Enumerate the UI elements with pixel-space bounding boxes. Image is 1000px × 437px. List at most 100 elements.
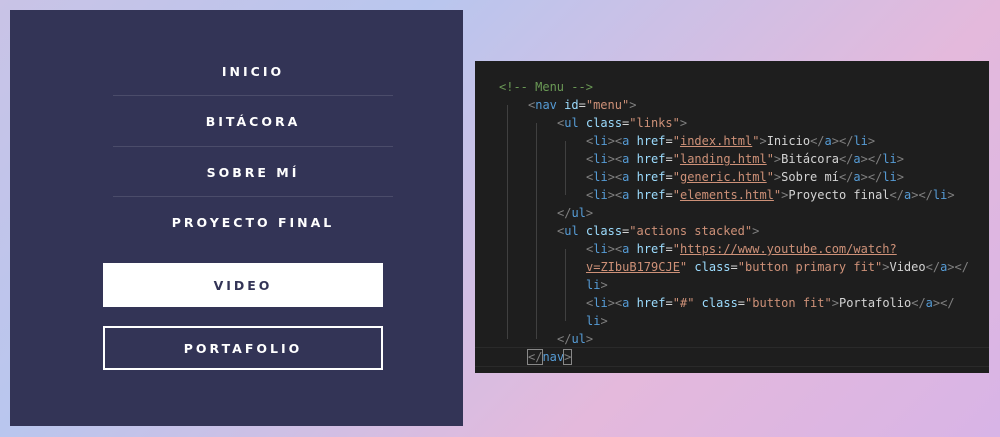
code-token: "button fit" [745, 296, 832, 310]
code-token: = [665, 242, 673, 256]
code-token: </ [889, 188, 904, 202]
video-button[interactable]: VIDEO [103, 263, 383, 307]
code-token: > [752, 224, 760, 238]
code-token: li [593, 152, 608, 166]
code-token: landing.html [679, 152, 767, 166]
code-line: <nav id="menu"> [528, 96, 636, 114]
code-token: > [831, 296, 839, 310]
code-token: class [694, 260, 731, 274]
code-token: </ [911, 296, 926, 310]
code-token: Video [889, 260, 926, 274]
code-token: > [563, 349, 573, 365]
code-token: " [672, 170, 680, 184]
code-token: class [701, 296, 738, 310]
menu-link-inicio[interactable]: INICIO [113, 46, 393, 96]
code-token: li [593, 296, 608, 310]
code-token: </ [557, 206, 572, 220]
code-token: li [593, 188, 608, 202]
code-token: = [665, 170, 673, 184]
code-token: "#" [672, 296, 695, 310]
code-token: = [665, 188, 673, 202]
code-token: ></ [831, 134, 854, 148]
code-token: </ [838, 170, 854, 184]
indent-guide [565, 249, 566, 321]
menu-link-proyecto-final[interactable]: PROYECTO FINAL [113, 197, 393, 247]
indent-guide [565, 141, 566, 195]
code-token: href [636, 242, 666, 256]
code-token: href [636, 134, 666, 148]
code-token: id [564, 98, 579, 112]
code-token: > [600, 314, 608, 328]
menu-link-bitacora[interactable]: BITÁCORA [113, 96, 393, 146]
code-token: ></ [860, 152, 883, 166]
code-token: li [932, 188, 948, 202]
code-token: > [585, 206, 594, 220]
code-token: Proyecto final [788, 188, 890, 202]
code-token: elements.html [679, 188, 774, 202]
code-token: >< [607, 188, 623, 202]
code-token: a [853, 152, 861, 166]
code-token: >< [607, 296, 623, 310]
code-token: class [585, 116, 623, 130]
code-token: " [672, 188, 680, 202]
code-token: li [593, 242, 608, 256]
code-token: li [586, 278, 601, 292]
code-token: " [672, 152, 680, 166]
code-token: Sobre mí [781, 170, 839, 184]
code-line: <!-- Menu --> [499, 78, 593, 96]
code-token: v=ZIbuB179CJE [586, 260, 680, 274]
code-token: generic.html [679, 170, 767, 184]
code-token: "links" [629, 116, 680, 130]
code-token: "button primary fit" [737, 260, 883, 274]
code-token: > [896, 152, 905, 166]
code-token: index.html [679, 134, 753, 148]
code-line: <li><a href="generic.html">Sobre mí</a><… [586, 168, 904, 186]
code-token: </ [838, 152, 854, 166]
menu-link-sobre-mi[interactable]: SOBRE MÍ [113, 147, 393, 197]
code-token: = [730, 260, 738, 274]
code-token: Inicio [766, 134, 811, 148]
code-token: <!-- Menu --> [499, 80, 593, 94]
indent-guide [536, 123, 537, 339]
code-token: = [737, 296, 746, 310]
code-token: > [679, 116, 688, 130]
code-line: <li><a href="elements.html">Proyecto fin… [586, 186, 955, 204]
code-token: = [665, 134, 673, 148]
code-line: li> [586, 276, 608, 294]
code-token: > [947, 188, 955, 202]
code-token: >< [607, 170, 623, 184]
code-token: </ [925, 260, 941, 274]
code-token: </ [526, 349, 544, 365]
code-token: " [766, 170, 774, 184]
code-token: https://www.youtube.com/watch? [679, 242, 897, 256]
code-line: v=ZIbuB179CJE" class="button primary fit… [586, 258, 969, 276]
code-token: > [759, 134, 767, 148]
code-token: > [585, 332, 594, 346]
code-token: li [593, 170, 608, 184]
code-token: </ [810, 134, 825, 148]
code-token: > [867, 134, 876, 148]
code-line: </ul> [557, 204, 593, 222]
code-line: <li><a href="index.html">Inicio</a></li> [586, 132, 875, 150]
code-token: a [925, 296, 933, 310]
portafolio-button[interactable]: PORTAFOLIO [103, 326, 383, 370]
code-token: " [672, 134, 680, 148]
code-token: Portafolio [838, 296, 912, 310]
code-editor[interactable]: <!-- Menu --> <nav id="menu"> <ul class="l… [475, 61, 989, 373]
code-line: li> [586, 312, 608, 330]
code-token: li [882, 152, 897, 166]
code-token: " [766, 152, 774, 166]
code-token: > [600, 278, 608, 292]
code-token: >< [607, 134, 623, 148]
code-token: href [636, 170, 666, 184]
code-token: > [629, 98, 637, 112]
code-token: ul [571, 206, 586, 220]
code-token: a [853, 170, 861, 184]
